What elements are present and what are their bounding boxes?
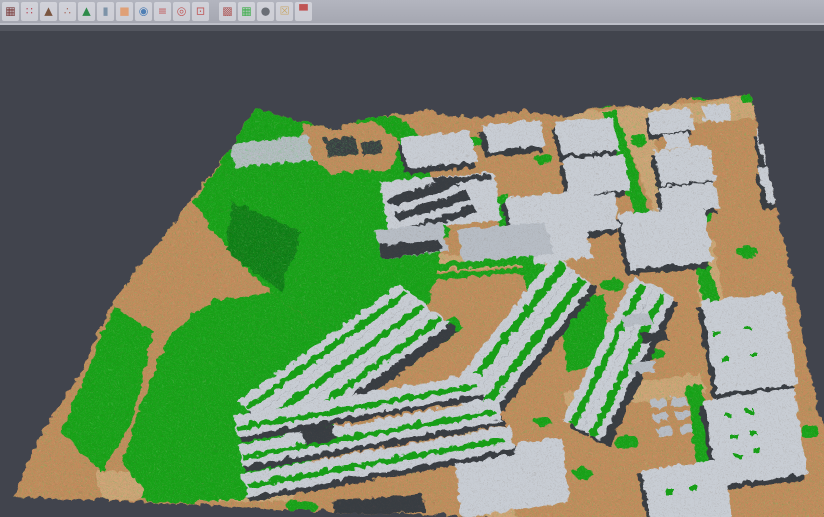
red-half-block-icon[interactable]: ▀ — [295, 2, 312, 21]
toolbar-viewport-divider — [0, 25, 824, 31]
red-target-icon[interactable]: ◎ — [173, 2, 190, 21]
red-blue-scatter-icon[interactable]: ∷ — [21, 2, 38, 21]
red-selection-icon[interactable]: ⊡ — [192, 2, 209, 21]
green-terrain-icon[interactable]: ▲ — [78, 2, 95, 21]
orange-square-icon[interactable]: ■ — [116, 2, 133, 21]
blue-column-icon[interactable]: ▮ — [97, 2, 114, 21]
main-toolbar: ▦ ∷ ▲ ∴ ▲ ▮ ■ ◉ ≡ ◎ ⊡ ▩ ▦ ● ☒ ▀ — [0, 0, 824, 25]
brown-terrain-icon[interactable]: ▲ — [40, 2, 57, 21]
red-list-icon[interactable]: ≡ — [154, 2, 171, 21]
blue-globe-icon[interactable]: ◉ — [135, 2, 152, 21]
toolbar-separator — [211, 2, 217, 21]
sparse-points-icon[interactable]: ∴ — [59, 2, 76, 21]
red-grid-icon[interactable]: ▩ — [219, 2, 236, 21]
dark-red-points-icon[interactable]: ▦ — [2, 2, 19, 21]
classification-colors-icon[interactable]: ▦ — [238, 2, 255, 21]
viewport-3d[interactable] — [0, 0, 824, 517]
gray-sphere-icon[interactable]: ● — [257, 2, 274, 21]
tan-crossout-icon[interactable]: ☒ — [276, 2, 293, 21]
